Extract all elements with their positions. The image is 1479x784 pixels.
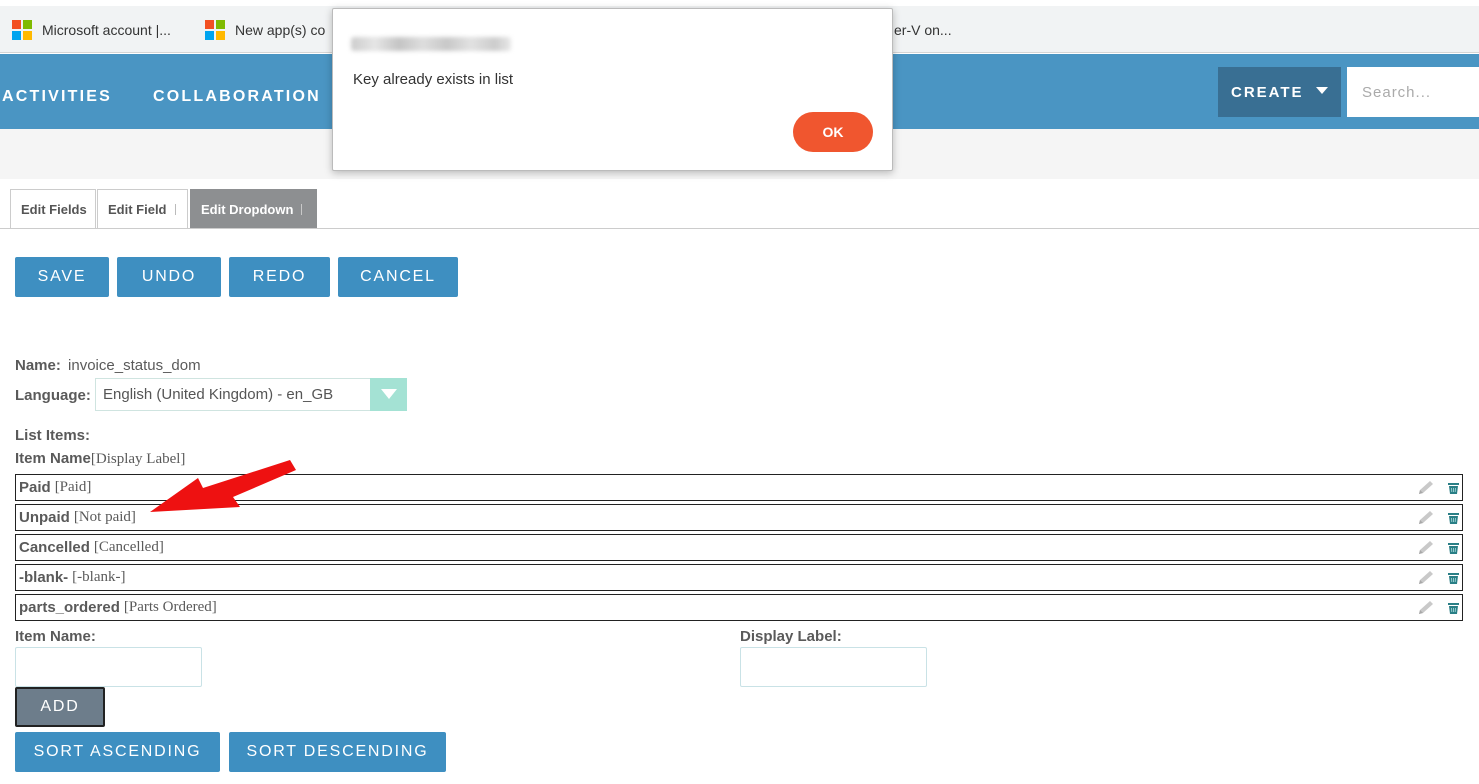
item-key: Cancelled [19, 539, 90, 556]
item-display: [Parts Ordered] [123, 599, 217, 615]
pencil-icon[interactable] [1416, 599, 1436, 617]
item-key: -blank- [19, 569, 69, 586]
microsoft-logo-icon [205, 20, 225, 40]
pencil-icon[interactable] [1416, 569, 1436, 587]
language-value: English (United Kingdom) - en_GB [103, 386, 334, 403]
bookmark-label: er-V on... [894, 22, 952, 38]
list-item[interactable]: parts_ordered [Parts Ordered] [15, 594, 1463, 621]
tab-edit-fields[interactable]: Edit Fields [10, 189, 96, 228]
tab-edit-field[interactable]: Edit Field [97, 189, 188, 228]
item-name-header: Item Name [15, 450, 91, 467]
tab-separator [301, 203, 303, 215]
caret-down-icon [1315, 86, 1328, 94]
search-input[interactable] [1347, 67, 1479, 117]
pencil-icon[interactable] [1416, 509, 1436, 527]
bookmark-new-apps[interactable]: New app(s) co [205, 20, 325, 40]
item-display: [Paid] [54, 479, 92, 495]
delete-icon[interactable] [1448, 542, 1459, 555]
delete-icon[interactable] [1448, 482, 1459, 495]
delete-icon[interactable] [1448, 602, 1459, 615]
tab-edit-dropdown[interactable]: Edit Dropdown [190, 189, 317, 228]
dialog-origin-blurred [351, 37, 511, 51]
ok-button[interactable]: OK [793, 112, 873, 152]
tab-label: Edit Dropdown [201, 201, 294, 217]
list-item[interactable]: -blank- [-blank-] [15, 564, 1463, 591]
list-item[interactable]: Paid [Paid] [15, 474, 1463, 501]
item-name-field-label: Item Name: [15, 628, 96, 645]
language-label: Language: [15, 387, 91, 404]
list-header: Item Name[Display Label] [15, 450, 185, 468]
list-item[interactable]: Unpaid [Not paid] [15, 504, 1463, 531]
tab-label: Edit Fields [21, 201, 87, 217]
alert-dialog: Key already exists in list OK [332, 8, 893, 171]
bookmark-microsoft-account[interactable]: Microsoft account |... [12, 20, 171, 40]
add-button[interactable]: ADD [15, 687, 105, 727]
delete-icon[interactable] [1448, 572, 1459, 585]
tab-label: Edit Field [108, 201, 167, 217]
dropdown-arrow-icon [370, 377, 407, 411]
delete-icon[interactable] [1448, 512, 1459, 525]
item-key: parts_ordered [19, 599, 120, 616]
bookmark-label: New app(s) co [235, 22, 326, 38]
tabs-divider [0, 228, 1479, 229]
language-select[interactable]: English (United Kingdom) - en_GB [95, 377, 407, 411]
list-items-label: List Items: [15, 427, 91, 444]
create-label: CREATE [1231, 83, 1304, 101]
item-name-input[interactable] [15, 647, 202, 687]
sort-ascending-button[interactable]: SORT ASCENDING [15, 732, 220, 772]
sort-descending-button[interactable]: SORT DESCENDING [229, 732, 446, 772]
bookmark-hyper-v[interactable]: er-V on... [894, 20, 952, 40]
display-label-field-label: Display Label: [740, 628, 842, 645]
pencil-icon[interactable] [1416, 539, 1436, 557]
item-display: [-blank-] [72, 569, 126, 585]
display-label-header: [Display Label] [90, 451, 186, 467]
pencil-icon[interactable] [1416, 479, 1436, 497]
dialog-message: Key already exists in list [353, 71, 514, 88]
item-display: [Not paid] [73, 509, 136, 525]
bookmark-label: Microsoft account |... [42, 22, 171, 38]
item-key: Paid [19, 479, 51, 496]
list-item[interactable]: Cancelled [Cancelled] [15, 534, 1463, 561]
name-label: Name: [15, 357, 61, 374]
item-key: Unpaid [19, 509, 70, 526]
nav-activities[interactable]: ACTIVITIES [2, 88, 112, 106]
display-label-input[interactable] [740, 647, 927, 687]
tab-separator [174, 203, 176, 215]
name-value: invoice_status_dom [68, 357, 201, 374]
item-display: [Cancelled] [93, 539, 164, 555]
cancel-button[interactable]: CANCEL [338, 257, 458, 297]
save-button[interactable]: SAVE [15, 257, 109, 297]
name-row: Name: invoice_status_dom [15, 357, 201, 374]
undo-button[interactable]: UNDO [117, 257, 221, 297]
microsoft-logo-icon [12, 20, 32, 40]
nav-collaboration[interactable]: COLLABORATION [153, 88, 321, 106]
create-button[interactable]: CREATE [1218, 67, 1341, 117]
redo-button[interactable]: REDO [229, 257, 330, 297]
